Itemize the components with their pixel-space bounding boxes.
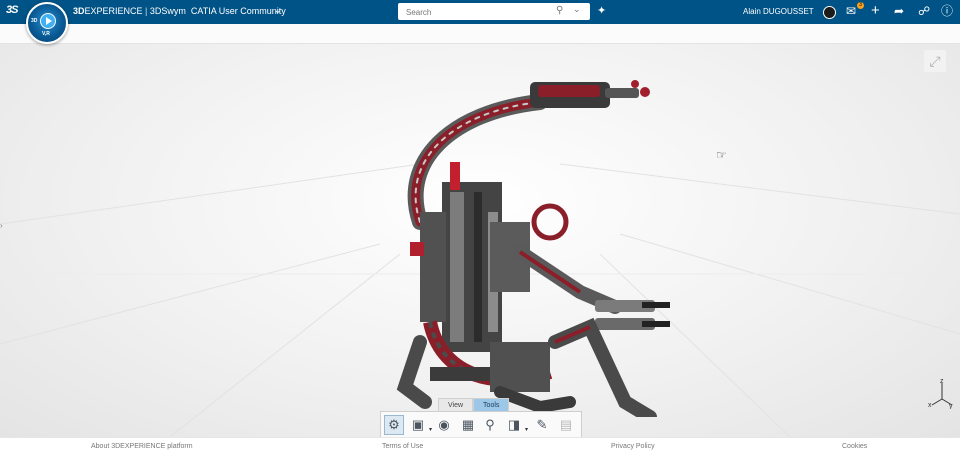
search-box[interactable]: ⚲ ⌄ bbox=[398, 3, 590, 20]
exit-fullscreen-icon[interactable]: ⤢ bbox=[924, 50, 946, 72]
ds-logo: 3S bbox=[6, 4, 19, 16]
explode-tool-icon[interactable]: ▦ bbox=[459, 416, 477, 434]
community-name: CATIA User Community bbox=[190, 6, 286, 16]
hand-cursor-icon: ☞ bbox=[716, 148, 727, 162]
zoom-tool-icon[interactable]: ⚲ bbox=[481, 416, 499, 434]
tab-tools[interactable]: Tools bbox=[473, 398, 510, 411]
markup-tool-icon[interactable]: ▤ bbox=[557, 416, 575, 434]
3d-model-robot[interactable] bbox=[380, 72, 680, 417]
share-icon[interactable]: ➦ bbox=[894, 3, 904, 19]
pencil-icon[interactable]: ✎ bbox=[533, 416, 551, 434]
axis-triad: z x y bbox=[928, 379, 953, 409]
notification-badge: 3 bbox=[857, 2, 864, 9]
side-panel-toggle-icon[interactable]: › bbox=[0, 219, 6, 233]
about-link[interactable]: About 3DEXPERIENCE platform bbox=[91, 443, 193, 450]
search-options-chevron-icon[interactable]: ⌄ bbox=[573, 4, 581, 15]
add-icon[interactable]: + bbox=[871, 3, 880, 19]
avatar[interactable] bbox=[823, 6, 836, 19]
sub-header-bar bbox=[0, 24, 960, 44]
search-input[interactable] bbox=[404, 5, 548, 19]
visibility-tool-icon[interactable]: ◉ bbox=[435, 416, 453, 434]
toolbar-tabs: View Tools bbox=[438, 398, 510, 411]
compass-tool-icon[interactable]: ⚙ bbox=[384, 415, 404, 435]
app-separator: | bbox=[142, 6, 150, 16]
viewer-toolbar: ⚙ ▣ ▾ ◉ ▦ ⚲ ◨ ▾ ✎ ▤ bbox=[380, 411, 582, 437]
axis-x-label: x bbox=[928, 402, 932, 409]
capture-tool-icon[interactable]: ▣ ▾ bbox=[409, 416, 432, 434]
network-icon[interactable]: ☍ bbox=[918, 3, 930, 19]
tab-view[interactable]: View bbox=[438, 398, 474, 411]
axis-y-label: y bbox=[949, 403, 953, 409]
search-icon[interactable]: ⚲ bbox=[556, 5, 563, 16]
app-brand: 3D bbox=[73, 6, 85, 16]
notifications-icon[interactable]: ✉ bbox=[846, 3, 856, 19]
cookies-link[interactable]: Cookies bbox=[842, 443, 867, 450]
compass-vr-label: V,R bbox=[42, 31, 50, 37]
chevron-down-icon[interactable]: ⌄ bbox=[274, 5, 282, 16]
terms-link[interactable]: Terms of Use bbox=[382, 443, 423, 450]
app-name: 3DSwym bbox=[149, 6, 186, 16]
user-name[interactable]: Alain DUGOUSSET bbox=[743, 7, 814, 16]
app-brand-rest: EXPERIENCE bbox=[84, 6, 143, 16]
compass-icon[interactable]: 3D V,R bbox=[26, 2, 68, 44]
3d-viewer[interactable]: ⤢ ☞ › z x y View Tools ⚙ ▣ ▾ ◉ ▦ ⚲ ◨ ▾ ✎ ▤ bbox=[0, 44, 960, 437]
privacy-link[interactable]: Privacy Policy bbox=[611, 443, 655, 450]
help-icon[interactable]: ⓘ bbox=[941, 3, 953, 19]
footer: About 3DEXPERIENCE platform Terms of Use… bbox=[0, 437, 960, 456]
section-tool-icon[interactable]: ◨ ▾ bbox=[505, 416, 528, 434]
tag-icon[interactable]: ✦ bbox=[597, 4, 606, 17]
top-bar: 3S 3DEXPERIENCE | 3DSwym CATIA User Comm… bbox=[0, 0, 960, 24]
play-icon[interactable] bbox=[40, 13, 56, 29]
axis-z-label: z bbox=[940, 379, 944, 385]
app-title[interactable]: 3DEXPERIENCE | 3DSwym CATIA User Communi… bbox=[73, 6, 286, 16]
compass-3d-label: 3D bbox=[31, 18, 38, 24]
